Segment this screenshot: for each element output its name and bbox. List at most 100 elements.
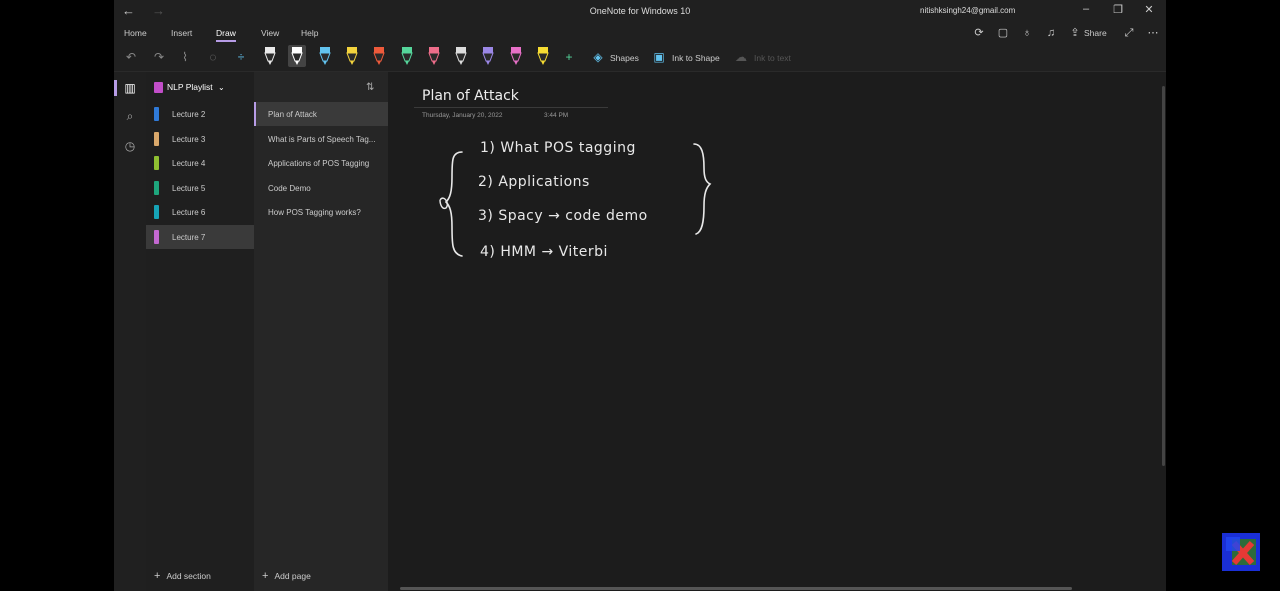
page-time: 3:44 PM xyxy=(544,112,569,119)
bell-icon[interactable]: ♫ xyxy=(1044,26,1058,40)
section-label: Lecture 4 xyxy=(172,159,206,169)
add-section-button[interactable]: + Add section xyxy=(154,570,211,582)
page-item[interactable]: Code Demo xyxy=(254,176,388,200)
pen-icon xyxy=(318,47,331,65)
rail-active-indicator xyxy=(114,80,117,96)
page-title[interactable]: Plan of Attack xyxy=(422,88,519,104)
add-page-button[interactable]: + Add page xyxy=(262,570,311,582)
add-section-label: Add section xyxy=(166,571,211,581)
lightbulb-icon[interactable]: ♁ xyxy=(1020,26,1034,40)
ink-to-text-button[interactable]: Ink to text xyxy=(754,53,791,63)
add-space-icon[interactable]: ÷ xyxy=(234,50,248,64)
title-underline xyxy=(414,107,608,108)
sort-icon[interactable]: ⇅ xyxy=(366,82,374,93)
pen-icon xyxy=(373,47,385,65)
pen-icon xyxy=(537,47,549,65)
notebook-name: NLP Playlist xyxy=(167,82,213,92)
page-item[interactable]: Plan of Attack xyxy=(254,102,388,126)
section-item[interactable]: Lecture 2 xyxy=(146,102,254,126)
pen-11[interactable] xyxy=(534,45,552,67)
section-label: Lecture 6 xyxy=(172,208,206,218)
page-canvas[interactable]: Plan of Attack Thursday, January 20, 202… xyxy=(388,72,1166,591)
ink-to-text-icon[interactable]: ☁ xyxy=(734,50,748,64)
sticky-notes-icon[interactable]: ▢ xyxy=(996,26,1010,40)
tab-insert[interactable]: Insert xyxy=(171,28,192,38)
eraser-icon[interactable]: ◌ xyxy=(206,50,220,64)
shapes-icon[interactable]: ◈ xyxy=(591,50,605,64)
add-pen-icon[interactable]: + xyxy=(562,50,576,64)
pen-icon xyxy=(346,47,358,65)
restore-icon[interactable]: ❐ xyxy=(1110,3,1126,16)
pen-3[interactable] xyxy=(316,45,334,67)
fullscreen-icon[interactable]: ⤢ xyxy=(1122,26,1136,40)
menu-bar: Home Insert Draw View Help ⟳ ▢ ♁ ♫ ⇪ Sha… xyxy=(114,22,1166,42)
section-color-tab xyxy=(154,180,159,195)
ink-to-shape-button[interactable]: Ink to Shape xyxy=(672,53,720,63)
channel-logo xyxy=(1222,533,1260,571)
recent-notes-icon[interactable]: ◷ xyxy=(123,139,137,153)
minimize-icon[interactable]: – xyxy=(1078,3,1094,15)
page-label: How POS Tagging works? xyxy=(268,208,361,218)
pen-9[interactable] xyxy=(479,45,497,67)
handwritten-ink[interactable]: 1) What POS tagging 2) Applications 3) S… xyxy=(418,132,718,282)
redo-icon[interactable]: ↷ xyxy=(152,50,166,64)
section-color-tab xyxy=(154,205,159,220)
ink-to-shape-icon[interactable]: ▣ xyxy=(652,50,666,64)
page-item[interactable]: How POS Tagging works? xyxy=(254,200,388,224)
shapes-button[interactable]: Shapes xyxy=(610,53,639,63)
pen-6[interactable] xyxy=(398,45,416,67)
pen-8[interactable] xyxy=(452,45,470,67)
lasso-select-icon[interactable]: ⌇ xyxy=(178,50,192,64)
page-label: Applications of POS Tagging xyxy=(268,159,370,169)
tab-help[interactable]: Help xyxy=(301,28,318,38)
share-icon[interactable]: ⇪ xyxy=(1068,26,1082,40)
horizontal-scrollbar[interactable] xyxy=(400,587,1072,590)
section-item[interactable]: Lecture 5 xyxy=(146,176,254,200)
notebook-icon xyxy=(154,82,163,94)
pen-2[interactable] xyxy=(288,45,307,67)
page-label: What is Parts of Speech Tag... xyxy=(268,134,376,144)
vertical-scrollbar[interactable] xyxy=(1162,86,1165,466)
undo-icon[interactable]: ↶ xyxy=(124,50,138,64)
notebook-selector[interactable]: NLP Playlist ⌄ xyxy=(154,82,225,94)
draw-toolbar: ↶ ↷ ⌇ ◌ ÷ + ◈ Shapes ▣ Ink to Shape ☁ In… xyxy=(114,42,1166,72)
user-email[interactable]: nitishksingh24@gmail.com xyxy=(920,6,1015,15)
section-color-tab xyxy=(154,156,159,171)
close-icon[interactable]: ✕ xyxy=(1141,3,1157,16)
notebooks-icon[interactable]: ▥ xyxy=(123,81,137,95)
section-label: Lecture 3 xyxy=(172,134,206,144)
share-button[interactable]: Share xyxy=(1084,28,1107,38)
tab-draw[interactable]: Draw xyxy=(216,28,236,42)
pen-icon xyxy=(482,47,495,65)
pen-10[interactable] xyxy=(507,45,525,67)
search-icon[interactable]: ⌕ xyxy=(123,109,137,123)
ink-line-2: 2) Applications xyxy=(478,174,590,190)
section-label: Lecture 2 xyxy=(172,110,206,119)
section-item[interactable]: Lecture 6 xyxy=(146,200,254,224)
onenote-window: ← → OneNote for Windows 10 nitishksingh2… xyxy=(114,0,1166,591)
tab-view[interactable]: View xyxy=(261,28,279,38)
chevron-down-icon: ⌄ xyxy=(218,83,225,92)
pen-1[interactable] xyxy=(261,45,279,67)
page-label: Plan of Attack xyxy=(268,110,317,119)
pen-4[interactable] xyxy=(343,45,361,67)
pen-5[interactable] xyxy=(370,45,388,67)
page-label: Code Demo xyxy=(268,183,311,193)
section-color-tab xyxy=(154,230,159,244)
ink-line-3: 3) Spacy → code demo xyxy=(478,208,648,224)
page-item[interactable]: What is Parts of Speech Tag... xyxy=(254,127,388,151)
pen-7[interactable] xyxy=(425,45,443,67)
sync-icon[interactable]: ⟳ xyxy=(972,26,986,40)
section-item[interactable]: Lecture 7 xyxy=(146,225,254,249)
section-color-tab xyxy=(154,107,159,121)
pen-icon xyxy=(509,47,522,65)
page-item[interactable]: Applications of POS Tagging xyxy=(254,151,388,175)
section-item[interactable]: Lecture 4 xyxy=(146,151,254,175)
more-options-icon[interactable]: ⋯ xyxy=(1146,26,1160,40)
section-label: Lecture 7 xyxy=(172,233,206,242)
title-bar: ← → OneNote for Windows 10 nitishksingh2… xyxy=(114,0,1166,22)
pen-icon xyxy=(400,47,413,65)
section-item[interactable]: Lecture 3 xyxy=(146,127,254,151)
pen-icon xyxy=(455,47,467,65)
tab-home[interactable]: Home xyxy=(124,28,147,38)
